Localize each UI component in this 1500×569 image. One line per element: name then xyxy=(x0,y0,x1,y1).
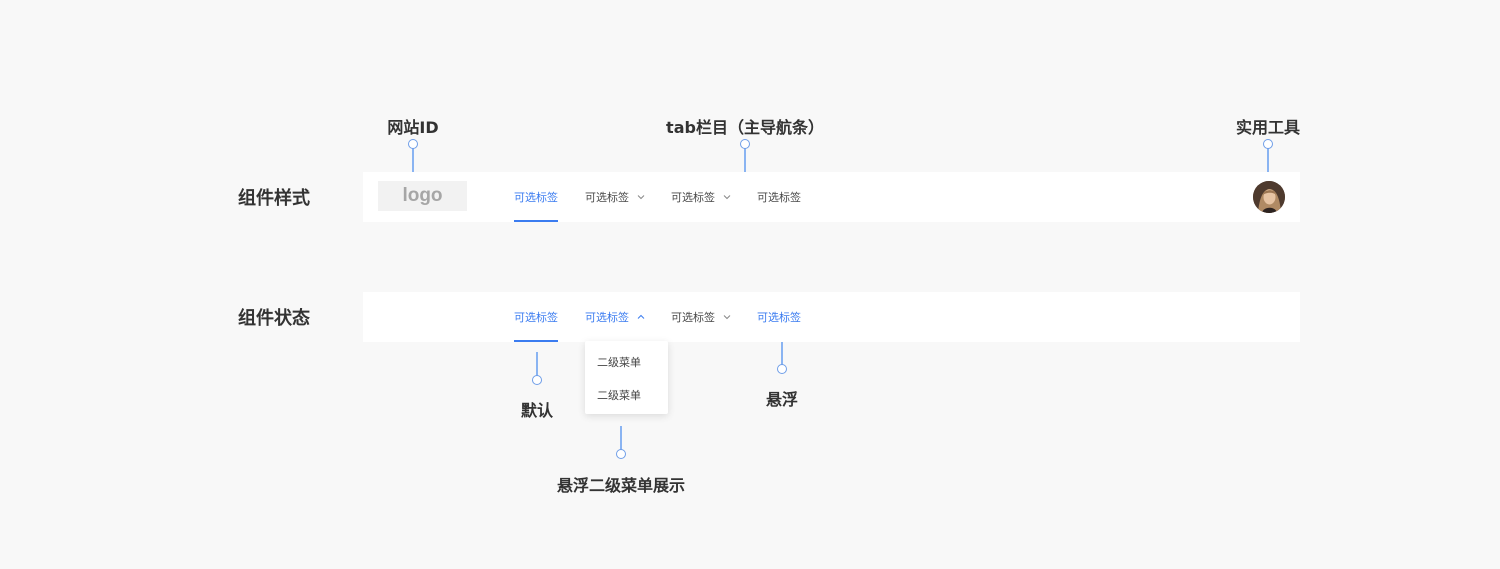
tab-style-2[interactable]: 可选标签 xyxy=(585,172,646,222)
connector-dot-tab-bar xyxy=(740,139,750,149)
submenu-dropdown: 二级菜单 二级菜单 xyxy=(585,341,668,414)
annotation-utility: 实用工具 xyxy=(1235,118,1301,137)
connector-dot-site-id xyxy=(408,139,418,149)
tab-label: 可选标签 xyxy=(757,191,801,204)
tab-style-1[interactable]: 可选标签 xyxy=(514,172,558,222)
navbar-state: 可选标签 可选标签 可选标签 可选标签 xyxy=(363,292,1300,342)
annotation-hover-submenu: 悬浮二级菜单展示 xyxy=(556,476,686,495)
tab-state-1[interactable]: 可选标签 xyxy=(514,292,558,342)
avatar-image xyxy=(1253,181,1285,213)
site-logo[interactable]: logo xyxy=(378,181,467,211)
chevron-down-icon xyxy=(723,195,731,200)
connector-dot-hover-submenu xyxy=(616,449,626,459)
connector-site-id xyxy=(412,146,414,172)
chevron-up-icon xyxy=(637,314,645,319)
connector-dot-utility xyxy=(1263,139,1273,149)
chevron-down-icon xyxy=(637,195,645,200)
connector-default xyxy=(536,352,538,376)
navbar-style: logo 可选标签 可选标签 可选标签 可选标签 xyxy=(363,172,1300,222)
annotation-tab-bar: tab栏目（主导航条） xyxy=(666,118,824,137)
tab-label: 可选标签 xyxy=(671,311,715,324)
annotation-hover: 悬浮 xyxy=(765,390,799,409)
tab-label: 可选标签 xyxy=(514,311,558,324)
connector-utility xyxy=(1267,146,1269,172)
annotation-default: 默认 xyxy=(520,401,554,420)
connector-dot-hover xyxy=(777,364,787,374)
tab-label: 可选标签 xyxy=(671,191,715,204)
connector-dot-default xyxy=(532,375,542,385)
submenu-item-2[interactable]: 二级菜单 xyxy=(597,387,641,403)
tab-label: 可选标签 xyxy=(514,191,558,204)
chevron-down-icon xyxy=(723,315,731,320)
tab-label: 可选标签 xyxy=(757,311,801,324)
annotation-site-id: 网站ID xyxy=(387,118,439,137)
connector-hover-submenu xyxy=(620,426,622,450)
tab-style-4[interactable]: 可选标签 xyxy=(757,172,801,222)
row-label-state: 组件状态 xyxy=(238,308,310,329)
user-avatar[interactable] xyxy=(1253,181,1285,213)
active-tab-underline xyxy=(514,340,558,342)
connector-tab-bar xyxy=(744,146,746,172)
submenu-item-1[interactable]: 二级菜单 xyxy=(597,354,641,370)
connector-hover xyxy=(781,342,783,366)
tab-label: 可选标签 xyxy=(585,191,629,204)
tab-style-3[interactable]: 可选标签 xyxy=(671,172,732,222)
tab-state-3[interactable]: 可选标签 xyxy=(671,292,732,342)
tab-state-2[interactable]: 可选标签 xyxy=(585,292,646,342)
active-tab-underline xyxy=(514,220,558,222)
row-label-style: 组件样式 xyxy=(238,188,310,209)
tab-label: 可选标签 xyxy=(585,311,629,324)
tab-state-4[interactable]: 可选标签 xyxy=(757,292,801,342)
